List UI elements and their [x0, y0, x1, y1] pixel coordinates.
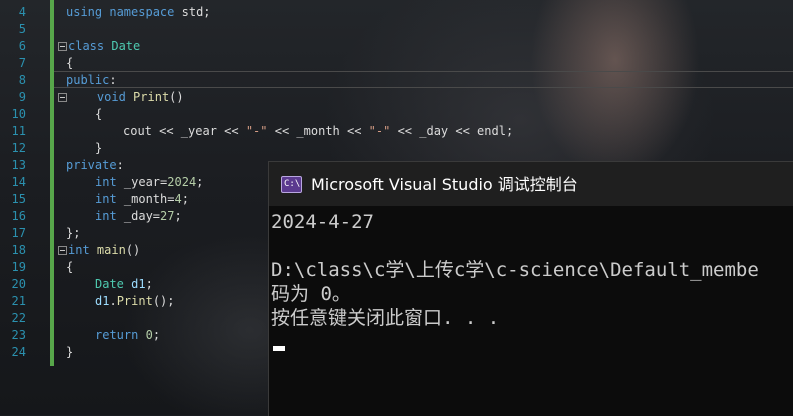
console-output-line: D:\class\c学\上传c学\c-science\Default_membe [271, 259, 759, 281]
code-line: Date d1; [95, 276, 153, 293]
line-number: 11 [11, 124, 26, 138]
code-line: class Date [58, 38, 140, 55]
code-line: int _year=2024; [95, 174, 203, 191]
line-number: 18 [11, 243, 26, 257]
console-title: Microsoft Visual Studio 调试控制台 [311, 175, 578, 194]
keyword: private [66, 158, 117, 172]
line-number: 24 [11, 345, 26, 359]
number-literal: 0 [145, 328, 153, 342]
code-text: << _day << endl; [390, 124, 514, 138]
code-text: _year= [116, 175, 168, 189]
line-number: 10 [11, 107, 26, 121]
variable-name: d1 [95, 294, 110, 308]
line-number: 12 [11, 141, 26, 155]
function-name: Print [116, 294, 153, 308]
line-number: 8 [18, 73, 26, 87]
code-line: int main() [58, 242, 140, 259]
keyword: using [66, 5, 103, 19]
line-number: 16 [11, 209, 26, 223]
line-number: 7 [18, 56, 26, 70]
code-text: () [169, 90, 184, 104]
line-number: 9 [18, 90, 26, 104]
line-number: 6 [18, 39, 26, 53]
code-line: int _month=4; [95, 191, 189, 208]
number-literal: 4 [174, 192, 182, 206]
line-number: 21 [11, 294, 26, 308]
code-line: public: [66, 72, 117, 89]
code-line: { [66, 260, 74, 274]
keyword: return [95, 328, 139, 342]
code-line: int _day=27; [95, 208, 182, 225]
code-line: } [95, 141, 103, 155]
code-line: d1.Print(); [95, 293, 175, 310]
change-indicator-bar [50, 0, 54, 366]
type-name: Date [111, 39, 141, 53]
code-line: } [66, 345, 74, 359]
current-line-highlight [54, 71, 793, 88]
line-number: 13 [11, 158, 26, 172]
keyword: public [66, 73, 110, 87]
line-number: 14 [11, 175, 26, 189]
code-text: : [109, 73, 117, 87]
console-cursor [273, 346, 285, 351]
keyword: void [96, 90, 126, 104]
code-text: . [109, 294, 117, 308]
code-text: _month= [116, 192, 175, 206]
string-literal: "-" [245, 124, 268, 138]
code-line: { [95, 107, 103, 121]
code-text: std; [174, 5, 211, 19]
fold-collapse-icon[interactable] [58, 42, 67, 51]
code-text: ; [145, 277, 153, 291]
code-line: using namespace std; [66, 4, 211, 21]
code-text: cout << _year << [123, 124, 246, 138]
code-line: { [66, 56, 74, 70]
console-output-line: 按任意键关闭此窗口. . . [271, 307, 500, 329]
line-number: 20 [11, 277, 26, 291]
code-text: ; [152, 328, 161, 342]
code-text: ; [181, 192, 189, 206]
line-number-gutter: 4 5 6 7 8 9 10 11 12 13 14 15 16 17 18 1… [0, 0, 46, 415]
line-number: 17 [11, 226, 26, 240]
console-app-icon: C:\ [281, 176, 302, 193]
console-icon-label: C:\ [284, 179, 301, 189]
console-title-bar[interactable]: C:\ Microsoft Visual Studio 调试控制台 [269, 162, 793, 206]
line-number: 22 [11, 311, 26, 325]
line-number: 19 [11, 260, 26, 274]
debug-console-window[interactable]: C:\ Microsoft Visual Studio 调试控制台 2024-4… [268, 161, 793, 416]
keyword: int [95, 175, 117, 189]
code-text: (); [152, 294, 175, 308]
number-literal: 27 [160, 209, 175, 223]
code-text: ; [174, 209, 182, 223]
keyword: int [95, 192, 117, 206]
code-line: cout << _year << "-" << _month << "-" <<… [123, 123, 513, 140]
function-name: main [96, 243, 126, 257]
code-text: ; [196, 175, 204, 189]
code-text: << _month << [267, 124, 369, 138]
console-output-line: 2024-4-27 [271, 211, 374, 233]
fold-collapse-icon[interactable] [58, 246, 67, 255]
code-line: private: [66, 157, 124, 174]
fold-collapse-icon[interactable] [58, 93, 67, 102]
string-literal: "-" [368, 124, 391, 138]
console-output[interactable]: 2024-4-27 D:\class\c学\上传c学\c-science\Def… [271, 206, 793, 416]
keyword: int [95, 209, 117, 223]
line-number: 23 [11, 328, 26, 342]
type-name: Date [95, 277, 124, 291]
line-number: 15 [11, 192, 26, 206]
line-number: 4 [18, 5, 26, 19]
keyword: class [68, 39, 105, 53]
code-line: return 0; [95, 327, 160, 344]
variable-name: d1 [131, 277, 146, 291]
code-line: }; [66, 226, 81, 240]
console-output-line: 码为 0。 [271, 283, 351, 305]
code-text: _day= [116, 209, 161, 223]
keyword: namespace [109, 5, 175, 19]
code-text: () [125, 243, 141, 257]
number-literal: 2024 [167, 175, 197, 189]
keyword: int [68, 243, 90, 257]
code-line: void Print() [58, 89, 184, 106]
code-text: : [116, 158, 124, 172]
line-number: 5 [18, 22, 26, 36]
function-name: Print [133, 90, 170, 104]
